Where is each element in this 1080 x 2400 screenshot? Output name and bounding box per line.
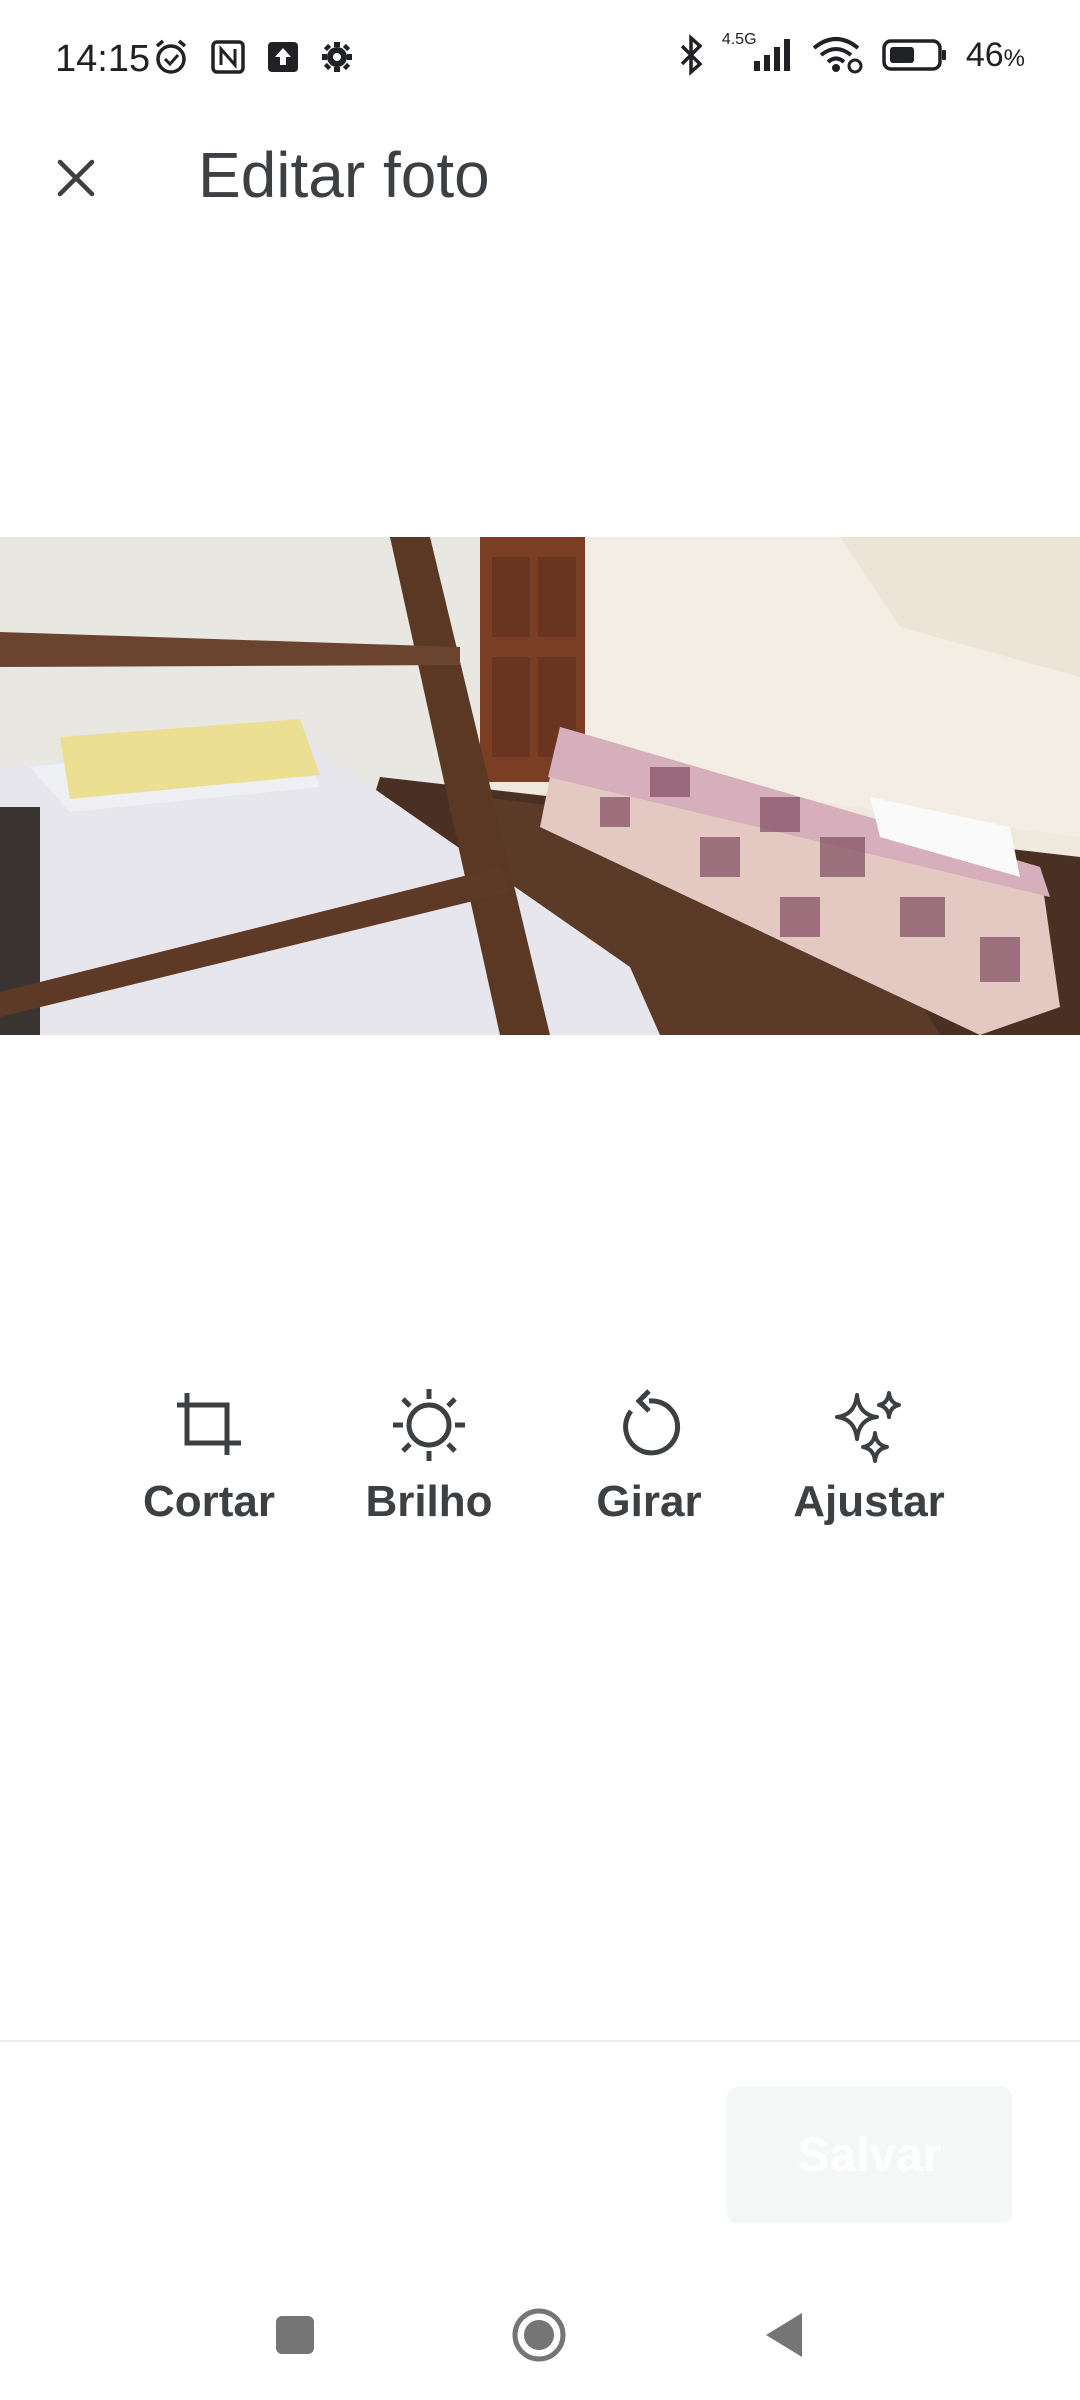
brightness-icon [393,1389,465,1461]
settings-icon [320,40,354,74]
tool-brightness-label: Brilho [365,1477,493,1526]
photo-preview [0,537,1080,1035]
page-title: Editar foto [198,139,490,211]
tool-crop[interactable]: Cortar [124,1385,294,1527]
app-bar: Editar foto [0,120,1080,230]
sparkle-icon [835,1391,901,1463]
crop-icon [177,1393,241,1455]
close-button[interactable] [40,142,112,214]
bedroom-photo [0,537,1080,1035]
system-nav-bar [0,2290,1080,2380]
status-icons-left [152,38,354,76]
tool-rotate-label: Girar [596,1477,702,1526]
tool-rotate[interactable]: Girar [564,1385,734,1527]
tool-crop-label: Cortar [142,1477,276,1526]
save-button[interactable]: Salvar [727,2087,1012,2223]
close-icon [57,159,95,197]
home-icon [512,2308,566,2362]
signal-icon: 4.5G [722,31,794,73]
alarm-icon [152,38,190,76]
status-icons-right: 4.5G 46% [678,31,1025,76]
nfc-icon [210,39,246,75]
battery-percent: 46% [966,36,1025,75]
edit-tools: Cortar Brilho Girar Ajustar [0,1385,1080,1555]
rotate-icon [623,1389,681,1456]
status-time: 14:15 [55,38,151,80]
tool-adjust[interactable]: Ajustar [784,1385,954,1527]
home-button[interactable] [509,2305,569,2365]
recents-icon [276,2316,314,2354]
battery-unit: % [1003,44,1025,72]
tool-adjust-label: Ajustar [793,1477,945,1526]
recents-button[interactable] [265,2305,325,2365]
footer-divider [0,2040,1080,2042]
wifi-icon [812,36,864,74]
bluetooth-icon [678,34,706,76]
tool-brightness[interactable]: Brilho [344,1385,514,1527]
status-bar: 14:15 4.5G 46% [0,0,1080,120]
upload-icon [266,40,300,74]
battery-icon [882,38,948,72]
network-type: 4.5G [721,31,757,48]
battery-level: 46 [965,35,1004,74]
back-icon [766,2313,802,2357]
back-button[interactable] [754,2305,814,2365]
